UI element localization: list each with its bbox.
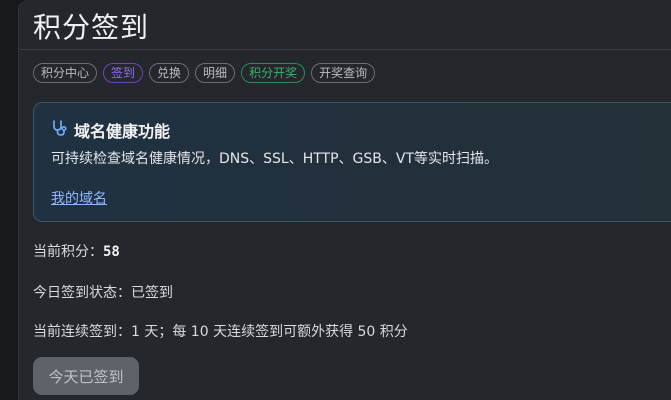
stethoscope-icon [51,119,69,141]
main-panel: 积分签到 积分中心 签到 兑换 明细 积分开奖 开奖查询 域名健康功能 可持续检… [18,0,671,400]
alert-body: 可持续检查域名健康情况，DNS、SSL、HTTP、GSB、VT等实时扫描。 [51,151,499,167]
title-divider [19,49,671,50]
page-title: 积分签到 [33,11,150,44]
alert-header: 域名健康功能 [51,118,170,142]
streak-info: 当前连续签到：1 天；每 10 天连续签到可额外获得 50 积分 [33,324,408,340]
tab-exchange[interactable]: 兑换 [149,63,190,83]
tab-points-lottery[interactable]: 积分开奖 [241,63,306,83]
domain-health-alert: 域名健康功能 可持续检查域名健康情况，DNS、SSL、HTTP、GSB、VT等实… [33,102,671,222]
alert-title: 域名健康功能 [74,122,171,141]
points-label: 当前积分： [33,244,103,260]
current-points: 当前积分：58 [33,241,120,261]
checked-in-button[interactable]: 今天已签到 [33,357,139,395]
tab-points-center[interactable]: 积分中心 [33,63,98,83]
tab-details[interactable]: 明细 [195,63,236,83]
my-domains-link[interactable]: 我的域名 [51,188,107,208]
tab-bar: 积分中心 签到 兑换 明细 积分开奖 开奖查询 [33,63,376,83]
tab-lottery-query[interactable]: 开奖查询 [311,63,376,83]
tab-checkin[interactable]: 签到 [103,63,144,83]
checkin-status: 今日签到状态：已签到 [33,285,173,301]
points-value: 58 [103,244,120,260]
